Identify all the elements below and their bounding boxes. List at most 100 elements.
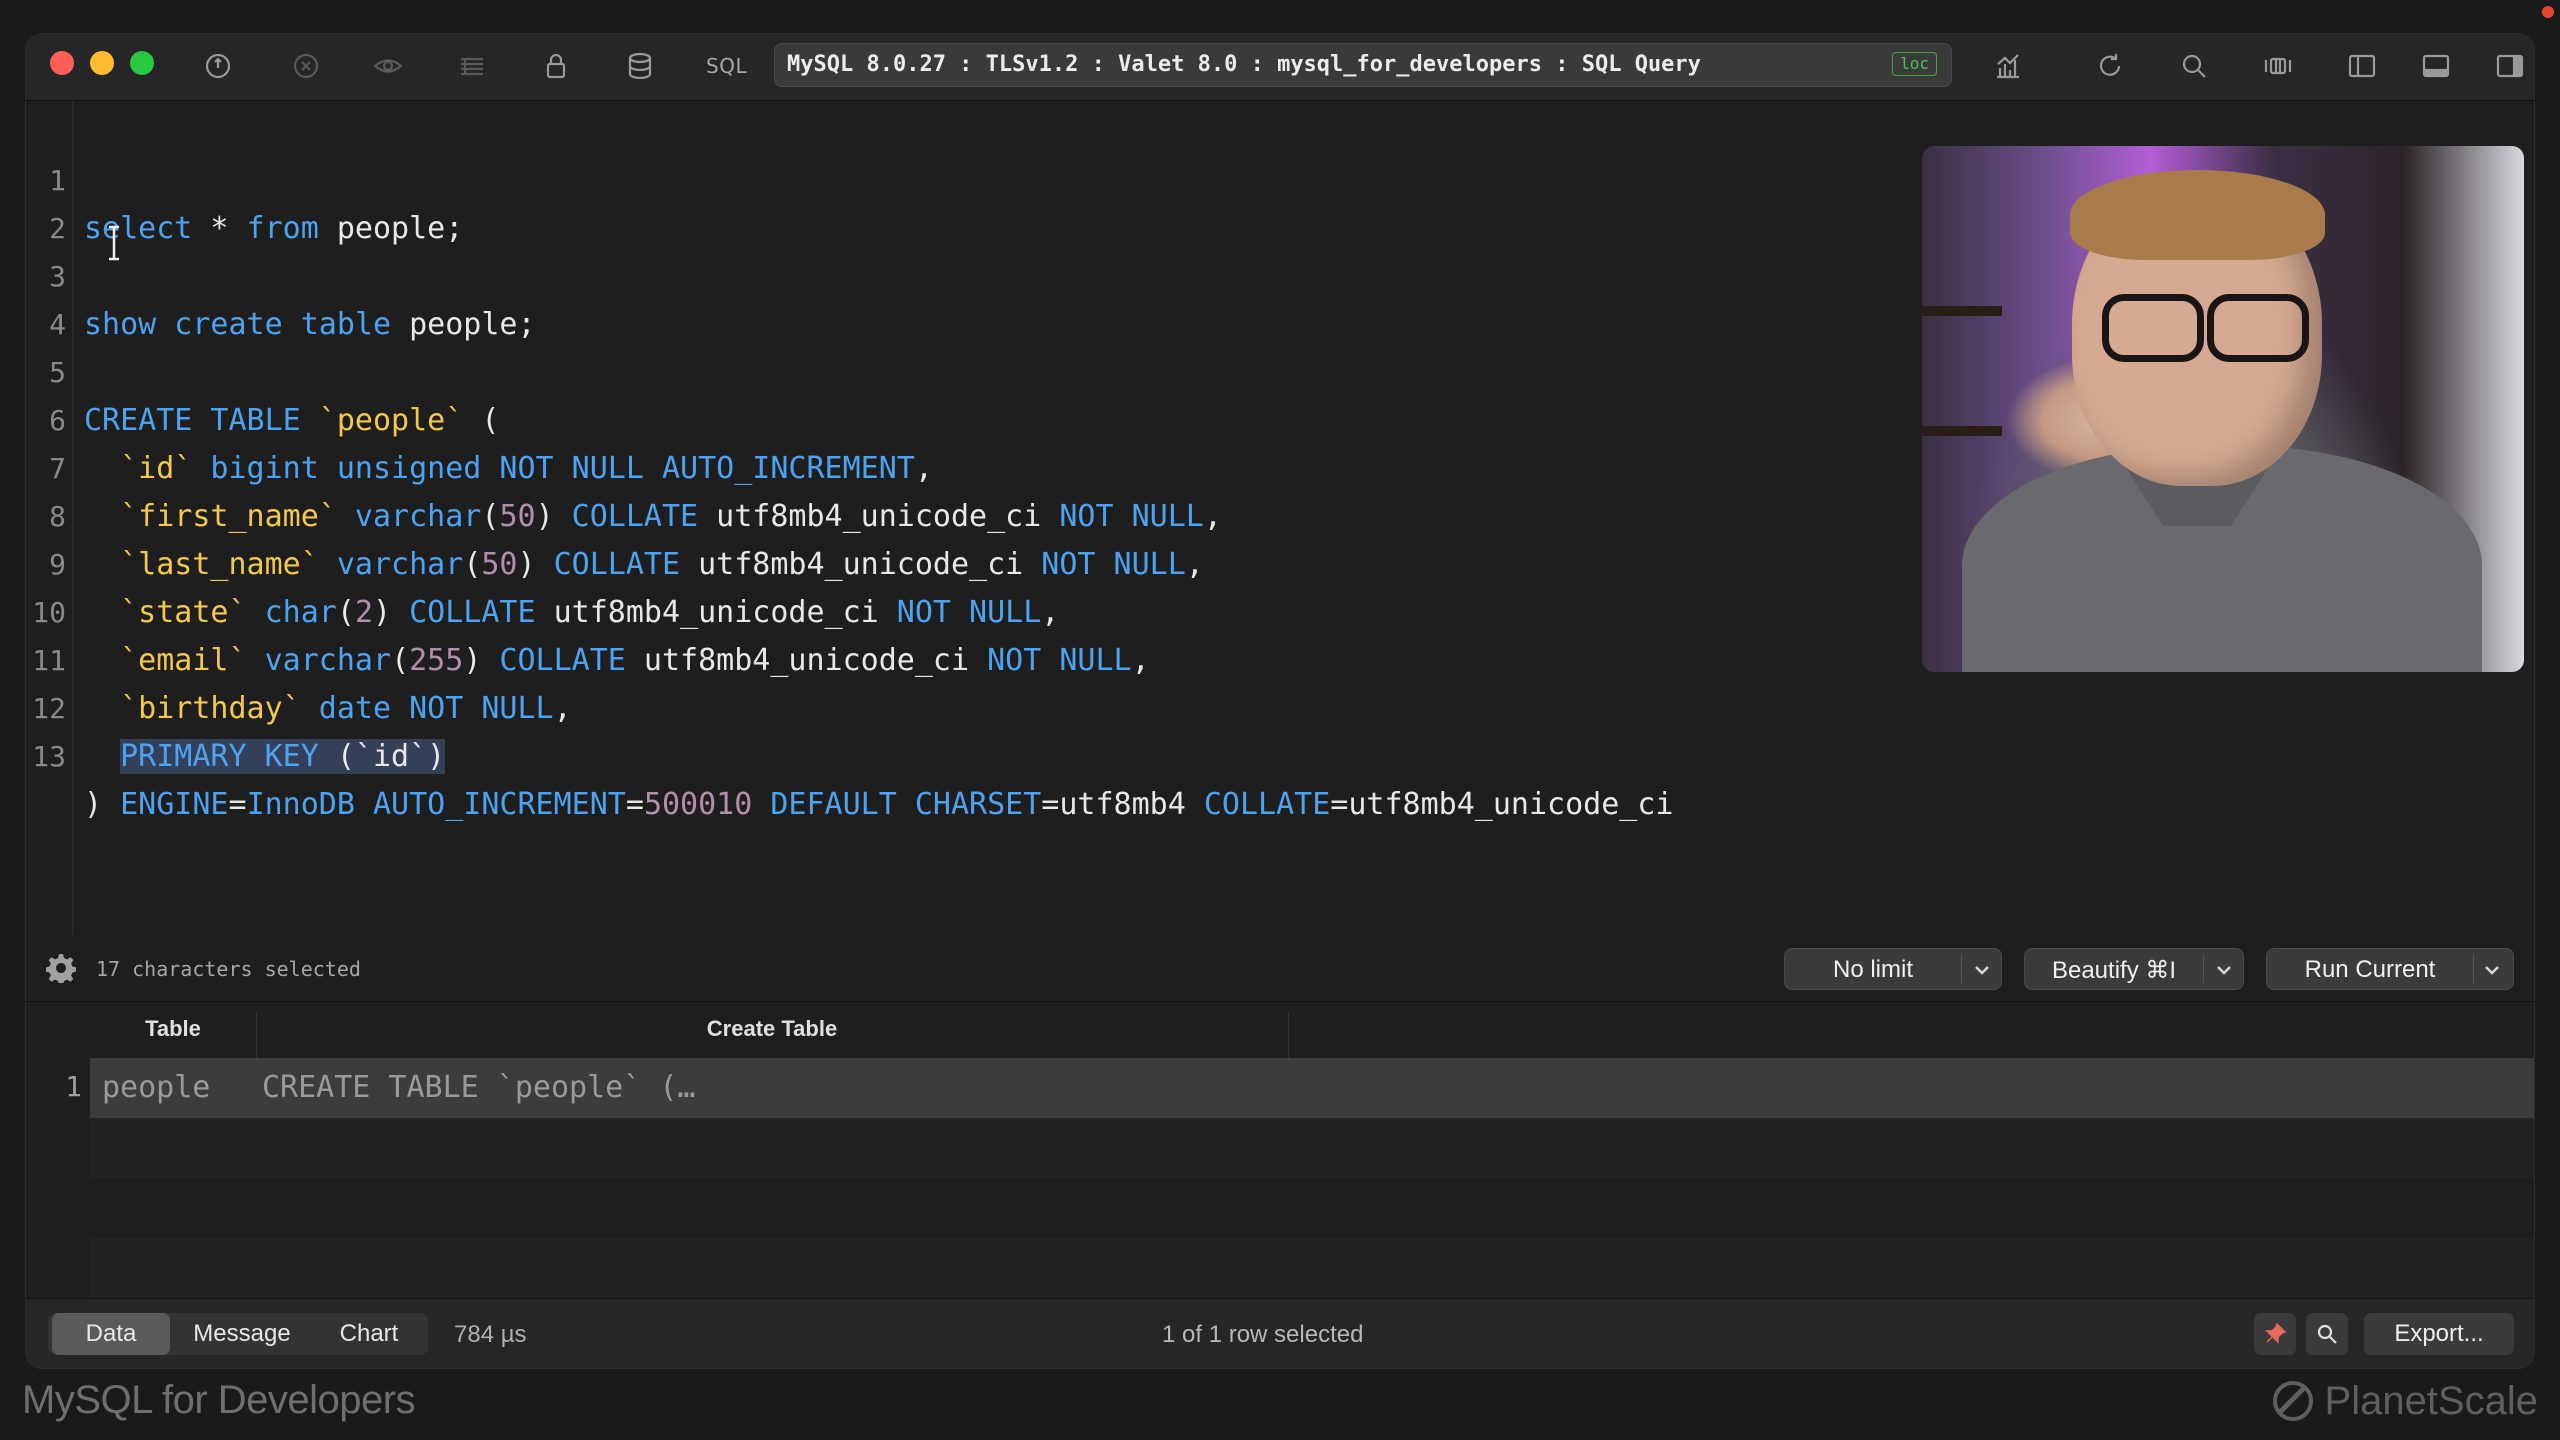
bottom-panel-toggle-icon[interactable] bbox=[2418, 48, 2454, 84]
code-line[interactable]: 13 ) ENGINE=InnoDB AUTO_INCREMENT=500010… bbox=[26, 685, 1673, 822]
code-text: = bbox=[228, 787, 247, 822]
code-text: , bbox=[914, 451, 933, 486]
number: 2 bbox=[354, 595, 373, 630]
close-window-button[interactable] bbox=[50, 51, 74, 75]
code-line[interactable]: 6 `id` bigint unsigned NOT NULL AUTO_INC… bbox=[26, 349, 933, 486]
pin-button[interactable] bbox=[2254, 1313, 2296, 1355]
search-icon bbox=[2317, 1324, 2337, 1344]
code-text: =utf8mb4 bbox=[1041, 787, 1186, 822]
sql-editor[interactable]: 1 select * from people; 2 3 show create … bbox=[26, 101, 2534, 935]
code-text: ) bbox=[517, 547, 536, 582]
code-line[interactable]: 12 PRIMARY KEY (`id`) bbox=[26, 637, 446, 774]
table-cell-create[interactable]: CREATE TABLE `people` (… bbox=[262, 1070, 695, 1105]
beautify-dropdown[interactable]: Beautify ⌘I bbox=[2024, 948, 2244, 990]
course-title: MySQL for Developers bbox=[22, 1378, 416, 1422]
code-line[interactable]: 11 `birthday` date NOT NULL, bbox=[26, 589, 571, 726]
power-icon[interactable] bbox=[200, 48, 236, 84]
limit-dropdown[interactable]: No limit bbox=[1784, 948, 2002, 990]
planetscale-logo-icon bbox=[2272, 1381, 2313, 1421]
query-duration: 784 µs bbox=[454, 1321, 527, 1348]
results-grid: Table Create Table people CREATE TABLE `… bbox=[26, 1001, 2534, 1299]
code-text: , bbox=[1041, 595, 1060, 630]
code-text: utf8mb4_unicode_ci bbox=[698, 499, 1042, 534]
stop-icon[interactable] bbox=[288, 48, 324, 84]
keyword: InnoDB bbox=[246, 787, 355, 822]
right-sidebar-toggle-icon[interactable] bbox=[2492, 48, 2528, 84]
sql-mode-label[interactable]: SQL bbox=[706, 54, 747, 78]
tab-chart[interactable]: Chart bbox=[314, 1313, 424, 1355]
shelf bbox=[1922, 306, 2002, 316]
keyword: COLLATE bbox=[535, 547, 681, 582]
gear-icon[interactable] bbox=[45, 953, 77, 985]
code-line[interactable]: 7 `first_name` varchar(50) COLLATE utf8m… bbox=[26, 397, 1222, 534]
minimize-window-button[interactable] bbox=[90, 51, 114, 75]
activity-chart-icon[interactable] bbox=[1990, 48, 2026, 84]
code-text: = bbox=[625, 787, 644, 822]
row-selection-status: 1 of 1 row selected bbox=[1162, 1321, 1364, 1348]
keyword: PRIMARY KEY bbox=[120, 739, 319, 774]
code-text: ( bbox=[336, 595, 355, 630]
refresh-icon[interactable] bbox=[2092, 48, 2128, 84]
keyword: NOT NULL bbox=[969, 643, 1132, 678]
lock-icon[interactable] bbox=[538, 48, 574, 84]
code-text: utf8mb4_unicode_ci bbox=[625, 643, 970, 678]
column-header-create-table[interactable]: Create Table bbox=[256, 1002, 1288, 1056]
code-line[interactable]: 2 bbox=[26, 157, 134, 245]
left-sidebar-toggle-icon[interactable] bbox=[2344, 48, 2380, 84]
list-icon[interactable] bbox=[454, 48, 490, 84]
eye-icon[interactable] bbox=[370, 48, 406, 84]
code-line[interactable]: 9 `state` char(2) COLLATE utf8mb4_unicod… bbox=[26, 493, 1059, 630]
code-text: utf8mb4_unicode_ci bbox=[535, 595, 879, 630]
code-line[interactable]: 10 `email` varchar(255) COLLATE utf8mb4_… bbox=[26, 541, 1149, 678]
code-text: ) bbox=[373, 595, 392, 630]
chevron-down-icon bbox=[2217, 966, 2231, 975]
column-header-table[interactable]: Table bbox=[90, 1002, 256, 1056]
connection-info-text: MySQL 8.0.27 : TLSv1.2 : Valet 8.0 : mys… bbox=[787, 52, 1701, 77]
titlebar: SQL MySQL 8.0.27 : TLSv1.2 : Valet 8.0 :… bbox=[26, 34, 2534, 101]
tab-data[interactable]: Data bbox=[52, 1313, 170, 1355]
code-line[interactable]: 1 select * from people; bbox=[26, 109, 463, 246]
app-window: SQL MySQL 8.0.27 : TLSv1.2 : Valet 8.0 :… bbox=[26, 34, 2534, 1368]
keyword: COLLATE bbox=[1185, 787, 1331, 822]
keyword: date NOT NULL bbox=[300, 691, 554, 726]
database-icon[interactable] bbox=[622, 48, 658, 84]
selection-status: 17 characters selected bbox=[96, 957, 361, 981]
brand-name: PlanetScale bbox=[2324, 1378, 2538, 1423]
table-cell-name[interactable]: people bbox=[102, 1070, 210, 1105]
code-line[interactable]: 8 `last_name` varchar(50) COLLATE utf8mb… bbox=[26, 445, 1204, 582]
zoom-window-button[interactable] bbox=[130, 51, 154, 75]
keyword: COLLATE bbox=[481, 643, 626, 678]
tab-message[interactable]: Message bbox=[172, 1313, 312, 1355]
search-results-button[interactable] bbox=[2306, 1313, 2348, 1355]
run-current-label: Run Current bbox=[2304, 956, 2436, 983]
line-number: 13 bbox=[32, 740, 66, 773]
keyword: AUTO_INCREMENT bbox=[354, 787, 626, 822]
code-text: , bbox=[1185, 547, 1204, 582]
code-text: people; bbox=[318, 211, 464, 246]
keyword: varchar bbox=[336, 499, 482, 534]
split-view-icon[interactable] bbox=[2260, 48, 2296, 84]
number: 255 bbox=[409, 643, 464, 678]
location-badge: loc bbox=[1892, 52, 1937, 76]
number: 50 bbox=[481, 547, 518, 582]
keyword: bigint unsigned NOT NULL AUTO_INCREMENT bbox=[192, 451, 915, 486]
empty-row bbox=[90, 1238, 2534, 1298]
code-text: ) bbox=[84, 787, 103, 822]
search-icon[interactable] bbox=[2176, 48, 2212, 84]
code-text: , bbox=[1131, 643, 1150, 678]
keyword: DEFAULT CHARSET bbox=[752, 787, 1042, 822]
run-current-button[interactable]: Run Current bbox=[2266, 948, 2514, 990]
table-row[interactable]: people CREATE TABLE `people` (… bbox=[90, 1058, 2534, 1118]
code-line[interactable]: 5 CREATE TABLE `people` ( bbox=[26, 301, 499, 438]
chevron-down-icon bbox=[2485, 966, 2499, 975]
result-view-tabs: Data Message Chart bbox=[48, 1313, 428, 1355]
export-button[interactable]: Export... bbox=[2364, 1313, 2514, 1355]
code-text: (`id`) bbox=[318, 739, 446, 774]
keyword: varchar bbox=[318, 547, 464, 582]
presenter-webcam bbox=[1922, 146, 2524, 672]
text-cursor-icon bbox=[109, 225, 119, 261]
code-text: , bbox=[553, 691, 572, 726]
number: 500010 bbox=[643, 787, 753, 822]
keyword: NOT NULL bbox=[1041, 499, 1204, 534]
presenter-hair bbox=[2070, 170, 2325, 260]
